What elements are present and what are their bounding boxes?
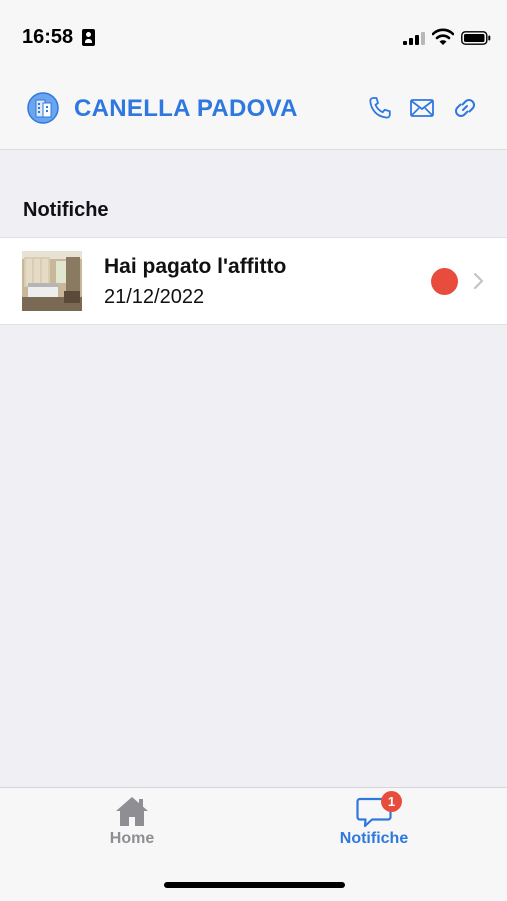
tab-home[interactable]: Home [32,788,232,858]
notification-date: 21/12/2022 [104,286,205,308]
notification-row[interactable]: Hai pagato l'affitto 21/12/2022 [0,237,507,325]
status-time: 16:58 [22,26,74,48]
chevron-right-icon [473,272,484,290]
home-indicator [164,882,345,888]
id-card-icon [82,29,95,46]
phone-icon[interactable] [367,95,393,121]
signal-icon [403,32,425,45]
status-bar: 16:58 [0,0,507,75]
battery-icon [461,31,491,45]
tab-home-label: Home [109,830,155,847]
tab-notifiche[interactable]: 1 Notifiche [274,788,474,858]
home-icon [116,797,148,826]
brand-title[interactable]: CANELLA PADOVA [74,95,298,123]
room-thumbnail [22,251,82,311]
section-title: Notifiche [23,199,109,221]
notification-title: Hai pagato l'affitto [104,255,287,278]
wifi-icon [432,28,454,45]
tab-notifiche-label: Notifiche [339,830,409,847]
app-header: CANELLA PADOVA [0,75,507,150]
mail-icon[interactable] [409,95,435,121]
unread-indicator [431,268,458,295]
notification-badge: 1 [381,791,402,812]
building-logo-icon[interactable] [27,92,59,124]
link-icon[interactable] [452,95,478,121]
